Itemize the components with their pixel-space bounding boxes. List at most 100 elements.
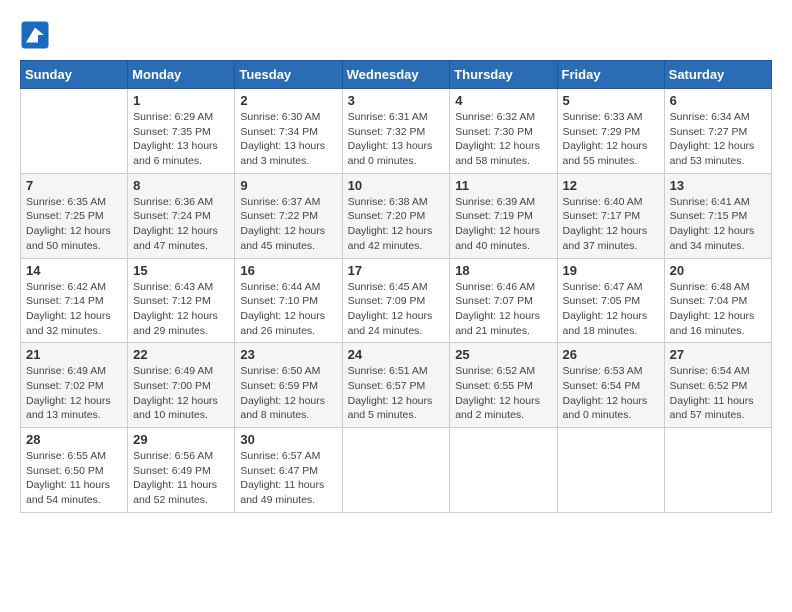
day-number: 24 [348, 347, 445, 362]
day-cell [557, 428, 664, 513]
header-friday: Friday [557, 61, 664, 89]
day-cell: 16 Sunrise: 6:44 AM Sunset: 7:10 PM Dayli… [235, 258, 342, 343]
day-cell: 27Sunrise: 6:54 AM Sunset: 6:52 PM Dayli… [664, 343, 771, 428]
day-number: 10 [348, 178, 445, 193]
header-sunday: Sunday [21, 61, 128, 89]
day-number: 27 [670, 347, 766, 362]
day-cell [21, 89, 128, 174]
day-number: 6 [670, 93, 766, 108]
day-cell: 12 Sunrise: 6:40 AM Sunset: 7:17 PM Dayli… [557, 173, 664, 258]
day-cell: 7 Sunrise: 6:35 AM Sunset: 7:25 PM Daylig… [21, 173, 128, 258]
day-cell: 22Sunrise: 6:49 AM Sunset: 7:00 PM Dayli… [128, 343, 235, 428]
day-cell: 25Sunrise: 6:52 AM Sunset: 6:55 PM Dayli… [450, 343, 557, 428]
calendar-table: SundayMondayTuesdayWednesdayThursdayFrid… [20, 60, 772, 513]
week-row-4: 21 Sunrise: 6:49 AM Sunset: 7:02 PM Dayli… [21, 343, 772, 428]
day-number: 11 [455, 178, 551, 193]
day-number: 12 [563, 178, 659, 193]
day-cell: 5Sunrise: 6:33 AM Sunset: 7:29 PM Daylig… [557, 89, 664, 174]
day-info: Sunrise: 6:48 AM Sunset: 7:04 PM Dayligh… [670, 280, 766, 339]
day-cell: 9 Sunrise: 6:37 AM Sunset: 7:22 PM Daylig… [235, 173, 342, 258]
day-number: 15 [133, 263, 229, 278]
day-cell [450, 428, 557, 513]
day-info: Sunrise: 6:34 AM Sunset: 7:27 PM Dayligh… [670, 110, 766, 169]
day-cell: 19 Sunrise: 6:47 AM Sunset: 7:05 PM Dayli… [557, 258, 664, 343]
day-number: 18 [455, 263, 551, 278]
header-wednesday: Wednesday [342, 61, 450, 89]
day-number: 4 [455, 93, 551, 108]
day-info: Sunrise: 6:47 AM Sunset: 7:05 PM Dayligh… [563, 280, 659, 339]
day-cell: 24 Sunrise: 6:51 AM Sunset: 6:57 PM Dayli… [342, 343, 450, 428]
day-number: 19 [563, 263, 659, 278]
day-info: Sunrise: 6:56 AM Sunset: 6:49 PM Dayligh… [133, 449, 229, 508]
day-info: Sunrise: 6:42 AM Sunset: 7:14 PM Dayligh… [26, 280, 122, 339]
header-saturday: Saturday [664, 61, 771, 89]
week-row-3: 14 Sunrise: 6:42 AM Sunset: 7:14 PM Dayli… [21, 258, 772, 343]
day-cell: 11 Sunrise: 6:39 AM Sunset: 7:19 PM Dayli… [450, 173, 557, 258]
day-number: 29 [133, 432, 229, 447]
day-info: Sunrise: 6:49 AM Sunset: 7:02 PM Dayligh… [26, 364, 122, 423]
day-cell: 4 Sunrise: 6:32 AM Sunset: 7:30 PM Daylig… [450, 89, 557, 174]
day-cell: 29 Sunrise: 6:56 AM Sunset: 6:49 PM Dayli… [128, 428, 235, 513]
day-cell: 30 Sunrise: 6:57 AM Sunset: 6:47 PM Dayli… [235, 428, 342, 513]
header-row: SundayMondayTuesdayWednesdayThursdayFrid… [21, 61, 772, 89]
day-info: Sunrise: 6:53 AM Sunset: 6:54 PM Dayligh… [563, 364, 659, 423]
day-info: Sunrise: 6:43 AM Sunset: 7:12 PM Dayligh… [133, 280, 229, 339]
day-number: 23 [240, 347, 336, 362]
day-info: Sunrise: 6:35 AM Sunset: 7:25 PM Dayligh… [26, 195, 122, 254]
day-number: 30 [240, 432, 336, 447]
day-cell: 8 Sunrise: 6:36 AM Sunset: 7:24 PM Daylig… [128, 173, 235, 258]
day-info: Sunrise: 6:30 AM Sunset: 7:34 PM Dayligh… [240, 110, 336, 169]
day-number: 3 [348, 93, 445, 108]
header-monday: Monday [128, 61, 235, 89]
day-number: 7 [26, 178, 122, 193]
day-number: 8 [133, 178, 229, 193]
week-row-2: 7 Sunrise: 6:35 AM Sunset: 7:25 PM Daylig… [21, 173, 772, 258]
logo-icon [20, 20, 50, 50]
day-info: Sunrise: 6:32 AM Sunset: 7:30 PM Dayligh… [455, 110, 551, 169]
day-cell [664, 428, 771, 513]
day-cell: 21 Sunrise: 6:49 AM Sunset: 7:02 PM Dayli… [21, 343, 128, 428]
day-number: 1 [133, 93, 229, 108]
day-cell: 26Sunrise: 6:53 AM Sunset: 6:54 PM Dayli… [557, 343, 664, 428]
day-number: 16 [240, 263, 336, 278]
day-info: Sunrise: 6:40 AM Sunset: 7:17 PM Dayligh… [563, 195, 659, 254]
day-info: Sunrise: 6:44 AM Sunset: 7:10 PM Dayligh… [240, 280, 336, 339]
day-cell: 14 Sunrise: 6:42 AM Sunset: 7:14 PM Dayli… [21, 258, 128, 343]
day-cell [342, 428, 450, 513]
day-cell: 3 Sunrise: 6:31 AM Sunset: 7:32 PM Daylig… [342, 89, 450, 174]
day-cell: 28 Sunrise: 6:55 AM Sunset: 6:50 PM Dayli… [21, 428, 128, 513]
day-cell: 13Sunrise: 6:41 AM Sunset: 7:15 PM Dayli… [664, 173, 771, 258]
day-number: 2 [240, 93, 336, 108]
day-info: Sunrise: 6:51 AM Sunset: 6:57 PM Dayligh… [348, 364, 445, 423]
day-number: 20 [670, 263, 766, 278]
page-header [20, 20, 772, 50]
day-cell: 18 Sunrise: 6:46 AM Sunset: 7:07 PM Dayli… [450, 258, 557, 343]
day-number: 28 [26, 432, 122, 447]
day-info: Sunrise: 6:31 AM Sunset: 7:32 PM Dayligh… [348, 110, 445, 169]
day-info: Sunrise: 6:50 AM Sunset: 6:59 PM Dayligh… [240, 364, 336, 423]
day-cell: 23 Sunrise: 6:50 AM Sunset: 6:59 PM Dayli… [235, 343, 342, 428]
day-cell: 1Sunrise: 6:29 AM Sunset: 7:35 PM Daylig… [128, 89, 235, 174]
day-number: 14 [26, 263, 122, 278]
day-info: Sunrise: 6:45 AM Sunset: 7:09 PM Dayligh… [348, 280, 445, 339]
day-info: Sunrise: 6:52 AM Sunset: 6:55 PM Dayligh… [455, 364, 551, 423]
day-cell: 15 Sunrise: 6:43 AM Sunset: 7:12 PM Dayli… [128, 258, 235, 343]
day-info: Sunrise: 6:33 AM Sunset: 7:29 PM Dayligh… [563, 110, 659, 169]
day-cell: 10Sunrise: 6:38 AM Sunset: 7:20 PM Dayli… [342, 173, 450, 258]
week-row-1: 1Sunrise: 6:29 AM Sunset: 7:35 PM Daylig… [21, 89, 772, 174]
day-number: 21 [26, 347, 122, 362]
day-cell: 2 Sunrise: 6:30 AM Sunset: 7:34 PM Daylig… [235, 89, 342, 174]
day-info: Sunrise: 6:46 AM Sunset: 7:07 PM Dayligh… [455, 280, 551, 339]
day-info: Sunrise: 6:37 AM Sunset: 7:22 PM Dayligh… [240, 195, 336, 254]
week-row-5: 28 Sunrise: 6:55 AM Sunset: 6:50 PM Dayli… [21, 428, 772, 513]
day-info: Sunrise: 6:57 AM Sunset: 6:47 PM Dayligh… [240, 449, 336, 508]
header-thursday: Thursday [450, 61, 557, 89]
header-tuesday: Tuesday [235, 61, 342, 89]
day-info: Sunrise: 6:36 AM Sunset: 7:24 PM Dayligh… [133, 195, 229, 254]
day-info: Sunrise: 6:49 AM Sunset: 7:00 PM Dayligh… [133, 364, 229, 423]
day-number: 9 [240, 178, 336, 193]
logo [20, 20, 52, 50]
day-info: Sunrise: 6:39 AM Sunset: 7:19 PM Dayligh… [455, 195, 551, 254]
day-info: Sunrise: 6:55 AM Sunset: 6:50 PM Dayligh… [26, 449, 122, 508]
day-cell: 20 Sunrise: 6:48 AM Sunset: 7:04 PM Dayli… [664, 258, 771, 343]
